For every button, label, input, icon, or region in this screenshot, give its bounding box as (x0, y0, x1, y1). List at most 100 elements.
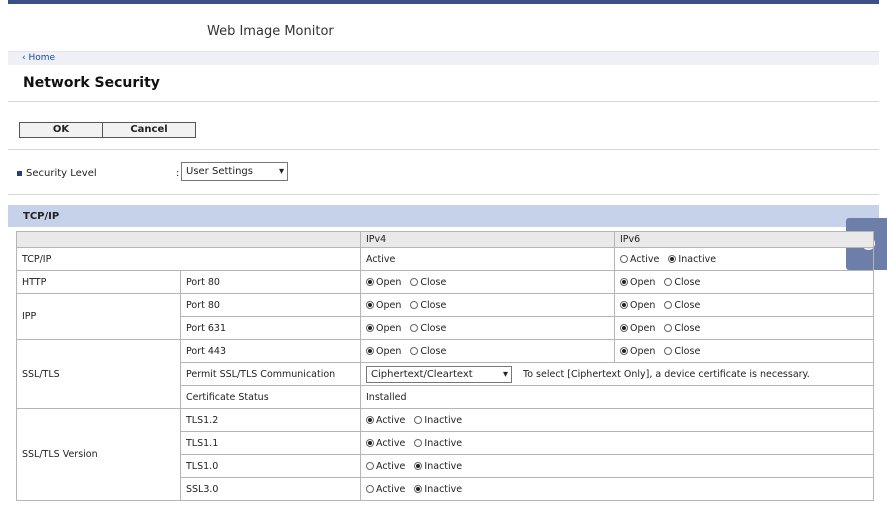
ssl-ipv6-radio-group: Open Close (614, 339, 874, 363)
radio-button[interactable] (620, 254, 628, 263)
radio-button[interactable] (366, 461, 374, 470)
radio-option-open[interactable]: Open (620, 323, 655, 334)
radio-button-selected[interactable] (366, 346, 374, 355)
row-label-ssl: SSL/TLS (16, 339, 181, 409)
section-header (8, 205, 879, 227)
radio-button-selected[interactable] (366, 277, 374, 286)
radio-option-open[interactable]: Open (366, 277, 401, 288)
ssl-version-name: TLS1.0 (180, 454, 361, 478)
radio-option-active[interactable]: Active (366, 415, 405, 426)
radio-label: Inactive (424, 414, 463, 426)
radio-button[interactable] (664, 346, 673, 355)
ssl-cert-value: Installed (360, 385, 874, 409)
radio-label: Close (420, 345, 447, 357)
radio-label: Close (420, 299, 447, 311)
radio-option-close[interactable]: Close (664, 277, 700, 288)
row-label-ipp: IPP (16, 293, 181, 340)
page-title: Network Security (23, 75, 160, 91)
chevron-down-icon: ▾ (502, 368, 508, 380)
ssl-permit-select[interactable]: Ciphertext/Cleartext ▾ (366, 365, 512, 383)
radio-button-selected[interactable] (366, 300, 374, 309)
security-level-value: User Settings (186, 166, 253, 177)
radio-button[interactable] (414, 415, 423, 424)
radio-button[interactable] (410, 300, 419, 309)
radio-button[interactable] (366, 484, 374, 493)
radio-option-close[interactable]: Close (410, 346, 446, 357)
radio-option-inactive[interactable]: Inactive (414, 461, 462, 472)
radio-button-selected[interactable] (620, 300, 628, 309)
radio-button-selected[interactable] (620, 323, 628, 332)
radio-label: Active (376, 437, 406, 449)
radio-label: Close (674, 322, 701, 334)
row-label-http: HTTP (16, 270, 181, 294)
radio-button-selected[interactable] (414, 461, 423, 470)
radio-option-close[interactable]: Close (410, 277, 446, 288)
radio-label: Close (674, 345, 701, 357)
radio-label: Active (376, 483, 406, 495)
radio-button-selected[interactable] (366, 438, 374, 447)
radio-option-open[interactable]: Open (366, 300, 401, 311)
radio-button[interactable] (410, 346, 419, 355)
radio-button-selected[interactable] (366, 323, 374, 332)
ssl-ipv4-radio-group: Open Close (360, 339, 615, 363)
security-level-select[interactable]: User Settings ▾ (181, 162, 288, 181)
divider (8, 194, 879, 195)
radio-option-open[interactable]: Open (366, 346, 401, 357)
radio-option-inactive[interactable]: Inactive (668, 254, 716, 265)
radio-option-open[interactable]: Open (620, 277, 655, 288)
ssl-version-radio-group: Active Inactive (360, 408, 874, 432)
radio-option-close[interactable]: Close (410, 300, 446, 311)
radio-option-active[interactable]: Active (620, 254, 659, 265)
table-row-http: HTTP Port 80 Open Close Open Close (16, 270, 874, 294)
ssl-version-name: SSL3.0 (180, 477, 361, 501)
radio-option-close[interactable]: Close (664, 323, 700, 334)
row-label-ssl-version: SSL/TLS Version (16, 408, 181, 501)
radio-label: Open (376, 322, 402, 334)
header-cell-empty (16, 231, 361, 248)
radio-option-active[interactable]: Active (366, 461, 405, 472)
http-ipv4-radio-group: Open Close (360, 270, 615, 294)
radio-option-inactive[interactable]: Inactive (414, 415, 462, 426)
radio-option-open[interactable]: Open (620, 300, 655, 311)
divider (8, 149, 879, 150)
ok-button[interactable]: OK (19, 122, 103, 138)
radio-label: Close (420, 322, 447, 334)
home-link[interactable]: ‹ Home (22, 53, 55, 63)
radio-label: Inactive (424, 483, 463, 495)
breadcrumb: ‹ Home (8, 51, 879, 65)
radio-button[interactable] (414, 438, 423, 447)
radio-button-selected[interactable] (366, 415, 374, 424)
tcpip-ipv6-radio-group: Active Inactive (614, 247, 874, 271)
http-ipv6-radio-group: Open Close (614, 270, 874, 294)
radio-option-open[interactable]: Open (620, 346, 655, 357)
radio-button[interactable] (410, 277, 419, 286)
radio-option-close[interactable]: Close (664, 300, 700, 311)
section-title: TCP/IP (23, 211, 60, 222)
radio-label: Close (674, 299, 701, 311)
radio-button[interactable] (410, 323, 419, 332)
radio-option-inactive[interactable]: Inactive (414, 484, 462, 495)
radio-button-selected[interactable] (668, 254, 677, 263)
table-header-row: IPv4 IPv6 (16, 231, 874, 248)
radio-option-inactive[interactable]: Inactive (414, 438, 462, 449)
radio-label: Open (630, 345, 656, 357)
radio-button-selected[interactable] (620, 346, 628, 355)
radio-button[interactable] (664, 277, 673, 286)
cancel-button[interactable]: Cancel (102, 122, 196, 138)
radio-button-selected[interactable] (620, 277, 628, 286)
radio-button[interactable] (664, 323, 673, 332)
table-row-ipp-80: IPP Port 80 Open Close Open Close (16, 293, 874, 340)
radio-option-close[interactable]: Close (664, 346, 700, 357)
radio-label: Active (630, 253, 660, 265)
radio-label: Close (674, 276, 701, 288)
ssl-version-radio-group: Active Inactive (360, 454, 874, 478)
radio-option-open[interactable]: Open (366, 323, 401, 334)
radio-option-close[interactable]: Close (410, 323, 446, 334)
radio-option-active[interactable]: Active (366, 438, 405, 449)
header-ipv4: IPv4 (360, 231, 615, 248)
top-header-bar (8, 0, 879, 4)
radio-button-selected[interactable] (414, 484, 423, 493)
radio-button[interactable] (664, 300, 673, 309)
radio-option-active[interactable]: Active (366, 484, 405, 495)
divider (8, 101, 879, 102)
